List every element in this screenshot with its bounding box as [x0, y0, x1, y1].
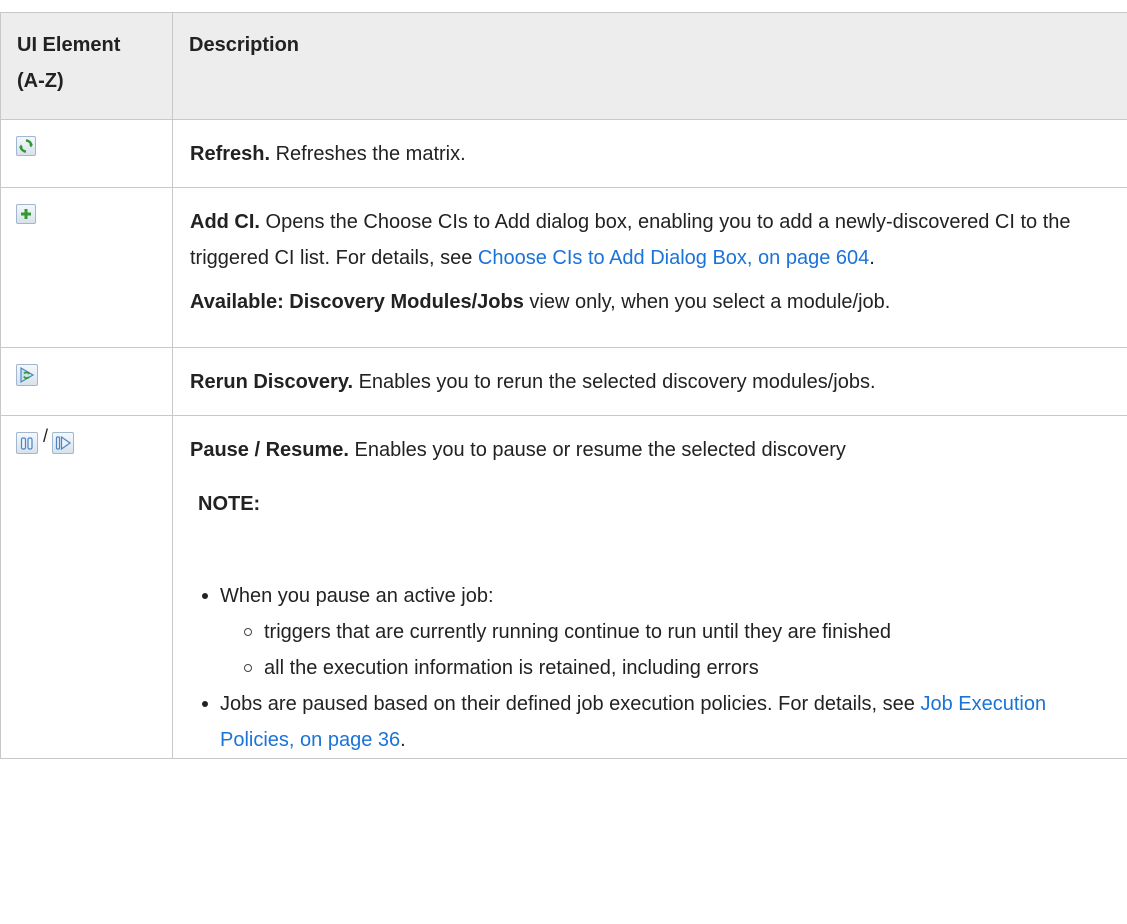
list-item: Jobs are paused based on their defined j…	[198, 686, 1109, 758]
pause-resume-title: Pause / Resume.	[190, 439, 349, 461]
refresh-icon	[16, 136, 36, 156]
ui-element-cell	[0, 187, 173, 348]
bullet-active-job: When you pause an active job:	[220, 585, 494, 607]
refresh-title: Refresh.	[190, 143, 271, 165]
add-ci-title: Add CI.	[190, 211, 260, 233]
sub-bullet-triggers: triggers that are currently running cont…	[264, 621, 892, 643]
header-ui-element: UI Element (A-Z)	[0, 12, 173, 120]
refresh-description: Refreshes the matrix.	[270, 143, 466, 165]
table-row: / Pause / Resume. Enables you to pause o…	[0, 415, 1127, 759]
icon-separator: /	[43, 426, 49, 446]
rerun-description: Enables you to rerun the selected discov…	[353, 371, 876, 393]
note-label: NOTE:	[198, 493, 261, 515]
bullet-period: .	[400, 729, 406, 751]
bullet-jobs-paused: Jobs are paused based on their defined j…	[220, 693, 921, 715]
list-item: all the execution information is retaine…	[242, 650, 1109, 686]
header-ui-element-label: UI Element	[17, 34, 121, 56]
ui-element-cell	[0, 347, 173, 416]
resume-icon	[52, 432, 75, 454]
description-cell: Pause / Resume. Enables you to pause or …	[172, 415, 1127, 759]
pause-icon	[16, 432, 38, 454]
description-cell: Rerun Discovery. Enables you to rerun th…	[172, 347, 1127, 416]
table-header-row: UI Element (A-Z) Description	[0, 12, 1127, 120]
add-ci-available-text: view only, when you select a module/job.	[523, 291, 891, 313]
list-item: When you pause an active job: triggers t…	[198, 578, 1109, 686]
table-row: Refresh. Refreshes the matrix.	[0, 119, 1127, 188]
sub-bullet-execution-info: all the execution information is retaine…	[264, 657, 759, 679]
ui-elements-table: UI Element (A-Z) Description Refresh. Re…	[0, 12, 1127, 759]
header-description-label: Description	[189, 34, 300, 56]
table-row: Add CI. Opens the Choose CIs to Add dial…	[0, 187, 1127, 348]
description-cell: Add CI. Opens the Choose CIs to Add dial…	[172, 187, 1127, 348]
header-ui-element-sort: (A-Z)	[17, 70, 64, 92]
table-row: Rerun Discovery. Enables you to rerun th…	[0, 347, 1127, 416]
rerun-title: Rerun Discovery.	[190, 371, 354, 393]
description-cell: Refresh. Refreshes the matrix.	[172, 119, 1127, 188]
ui-element-cell	[0, 119, 173, 188]
add-ci-period: .	[869, 247, 875, 269]
header-description: Description	[172, 12, 1127, 120]
add-icon	[16, 204, 36, 224]
add-ci-available-title: Available: Discovery Modules/Jobs	[190, 291, 524, 313]
sub-bullet-list: triggers that are currently running cont…	[220, 614, 1109, 686]
rerun-discovery-icon	[16, 364, 38, 386]
note-bullet-list: When you pause an active job: triggers t…	[190, 578, 1109, 758]
list-item: triggers that are currently running cont…	[242, 614, 1109, 650]
pause-resume-description: Enables you to pause or resume the selec…	[348, 439, 846, 461]
ui-element-cell: /	[0, 415, 173, 759]
choose-cis-link[interactable]: Choose CIs to Add Dialog Box, on page 60…	[478, 247, 869, 269]
